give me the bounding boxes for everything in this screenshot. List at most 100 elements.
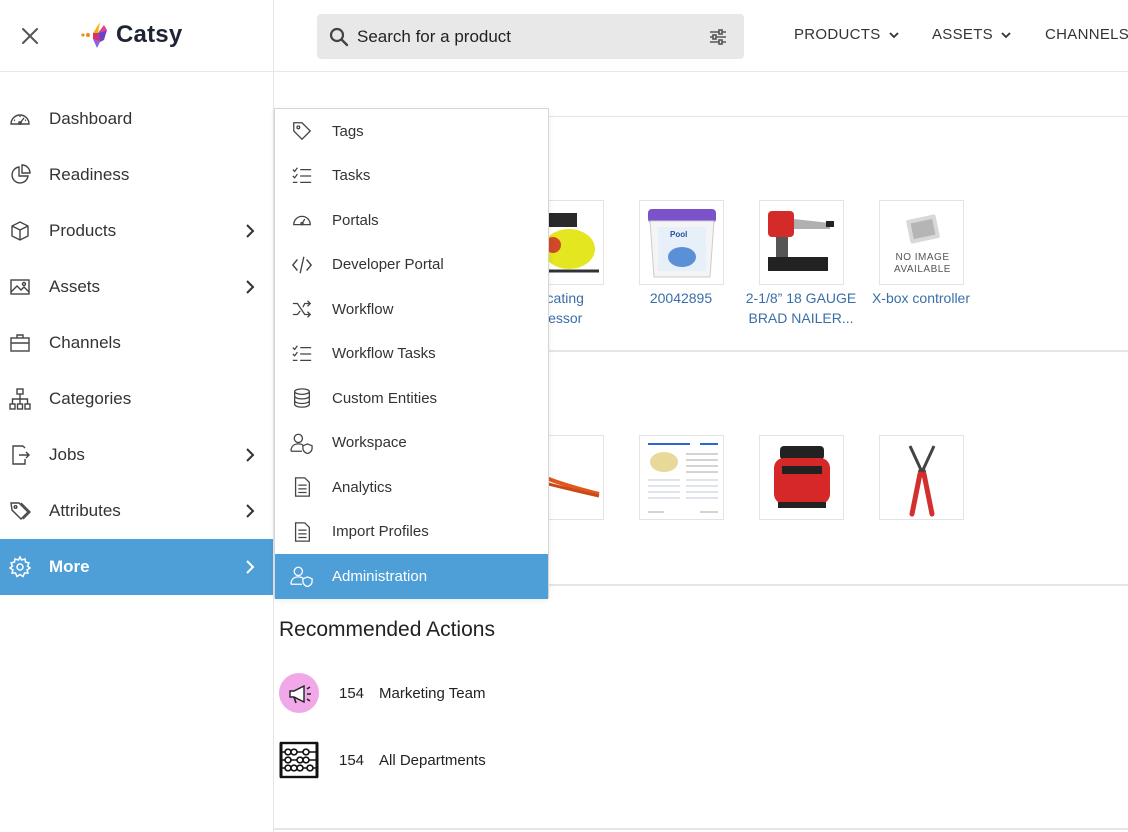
sidebar-item-label: More xyxy=(49,557,90,576)
document-icon xyxy=(290,475,314,499)
menu-item-workflow-tasks[interactable]: Workflow Tasks xyxy=(275,332,548,377)
product-thumb-20042895[interactable]: Pool xyxy=(639,200,724,285)
caption-line: BRAD NAILER... xyxy=(748,310,854,326)
topnav-label: ASSETS xyxy=(932,26,993,43)
gear-icon xyxy=(8,555,32,579)
topnav-products[interactable]: PRODUCTS xyxy=(794,26,900,43)
menu-item-workspace[interactable]: Workspace xyxy=(275,421,548,466)
menu-item-label: Custom Entities xyxy=(332,389,438,407)
no-image-line2: AVAILABLE xyxy=(894,264,951,275)
chevron-down-icon xyxy=(1001,31,1011,38)
product-caption[interactable]: X-box controller xyxy=(861,288,981,308)
menu-item-label: Analytics xyxy=(332,478,393,496)
chevron-right-icon xyxy=(246,280,255,294)
red-compressor-image xyxy=(774,446,830,508)
recommended-actions-title: Recommended Actions xyxy=(279,618,495,641)
menu-item-label: Tasks xyxy=(332,167,371,185)
menu-item-tasks[interactable]: Tasks xyxy=(275,154,548,199)
sidebar-item-label: Attributes xyxy=(49,501,121,520)
document-icon xyxy=(290,520,314,544)
shuffle-icon xyxy=(290,297,314,321)
menu-item-label: Import Profiles xyxy=(332,523,429,541)
sidebar-item-assets[interactable]: Assets xyxy=(0,259,273,315)
more-menu: Tags Tasks Portals Developer Portal Work… xyxy=(274,108,549,599)
filter-sliders-icon[interactable] xyxy=(708,27,728,47)
nailer-image xyxy=(768,211,834,271)
menu-item-label: Administration xyxy=(332,567,428,585)
action-count: 154 xyxy=(339,684,365,702)
product-thumb-xbox-controller[interactable]: NO IMAGE AVAILABLE xyxy=(879,200,964,285)
no-image-label: NO IMAGE AVAILABLE xyxy=(880,252,963,276)
search-input[interactable] xyxy=(357,26,687,47)
topnav-label: PRODUCTS xyxy=(794,26,881,43)
asset-thumb-red-compressor[interactable] xyxy=(759,435,844,520)
section-divider xyxy=(274,828,1128,830)
hierarchy-icon xyxy=(8,387,32,411)
sidebar-item-label: Assets xyxy=(49,277,101,296)
asset-thumb-spec-sheet[interactable] xyxy=(639,435,724,520)
caption-line: 2-1/8” 18 GAUGE xyxy=(745,290,857,306)
search-icon[interactable] xyxy=(329,27,349,47)
spec-sheet-image xyxy=(644,440,721,517)
pliers-image xyxy=(908,445,936,517)
megaphone-icon xyxy=(279,673,319,713)
bucket-image: Pool xyxy=(648,209,716,278)
catsy-logo-icon xyxy=(81,22,107,48)
asset-thumb-pliers[interactable] xyxy=(879,435,964,520)
search-box xyxy=(317,14,744,59)
pie-chart-icon xyxy=(8,163,32,187)
menu-item-developer-portal[interactable]: Developer Portal xyxy=(275,243,548,288)
action-label: Marketing Team xyxy=(379,684,486,702)
chevron-right-icon xyxy=(246,560,255,574)
sidebar-item-attributes[interactable]: Attributes xyxy=(0,483,273,539)
sidebar-item-dashboard[interactable]: Dashboard xyxy=(0,91,273,147)
sidebar-item-readiness[interactable]: Readiness xyxy=(0,147,273,203)
database-icon xyxy=(290,386,314,410)
tags-icon xyxy=(8,499,32,523)
user-shield-icon xyxy=(290,564,314,588)
menu-item-custom-entities[interactable]: Custom Entities xyxy=(275,376,548,421)
sidebar: Catsy Dashboard Readiness Products Asset… xyxy=(0,0,274,832)
briefcase-icon xyxy=(8,331,32,355)
chevron-right-icon xyxy=(246,504,255,518)
recommended-action-marketing[interactable]: 154 Marketing Team xyxy=(279,673,485,713)
sidebar-item-label: Jobs xyxy=(49,445,85,464)
menu-item-analytics[interactable]: Analytics xyxy=(275,465,548,510)
abacus-icon xyxy=(279,741,319,779)
action-count: 154 xyxy=(339,751,365,769)
sidebar-item-products[interactable]: Products xyxy=(0,203,273,259)
topnav-channels[interactable]: CHANNELS xyxy=(1045,26,1128,43)
menu-item-portals[interactable]: Portals xyxy=(275,198,548,243)
menu-item-label: Workflow Tasks xyxy=(332,345,436,363)
menu-item-workflow[interactable]: Workflow xyxy=(275,287,548,332)
sidebar-item-jobs[interactable]: Jobs xyxy=(0,427,273,483)
menu-item-import-profiles[interactable]: Import Profiles xyxy=(275,510,548,555)
checklist-icon xyxy=(290,342,314,366)
menu-item-label: Developer Portal xyxy=(332,256,444,274)
sidebar-item-label: Channels xyxy=(49,333,121,352)
chevron-right-icon xyxy=(246,448,255,462)
sidebar-item-more[interactable]: More xyxy=(0,539,273,595)
sidebar-item-label: Readiness xyxy=(49,165,130,184)
chevron-right-icon xyxy=(246,224,255,238)
topnav-assets[interactable]: ASSETS xyxy=(932,26,1012,43)
no-image-line1: NO IMAGE xyxy=(895,252,950,263)
sidebar-item-label: Dashboard xyxy=(49,109,133,128)
sidebar-item-label: Products xyxy=(49,221,117,240)
brand-bar: Catsy xyxy=(0,0,273,72)
menu-item-administration[interactable]: Administration xyxy=(275,554,548,599)
recommended-action-all-departments[interactable]: 154 All Departments xyxy=(279,740,486,780)
product-thumb-brad-nailer[interactable] xyxy=(759,200,844,285)
menu-item-label: Workflow xyxy=(332,300,394,318)
chevron-down-icon xyxy=(888,31,899,38)
menu-item-tags[interactable]: Tags xyxy=(275,109,548,154)
image-icon xyxy=(8,275,32,299)
sidebar-item-categories[interactable]: Categories xyxy=(0,371,273,427)
close-icon[interactable] xyxy=(18,24,42,48)
user-shield-icon xyxy=(290,431,314,455)
sidebar-item-channels[interactable]: Channels xyxy=(0,315,273,371)
catsy-logo[interactable]: Catsy xyxy=(80,20,182,50)
product-caption[interactable]: 2-1/8” 18 GAUGE BRAD NAILER... xyxy=(741,288,861,328)
product-caption[interactable]: 20042895 xyxy=(621,288,741,308)
top-bar: PRODUCTS ASSETS CHANNELS xyxy=(274,0,1128,72)
